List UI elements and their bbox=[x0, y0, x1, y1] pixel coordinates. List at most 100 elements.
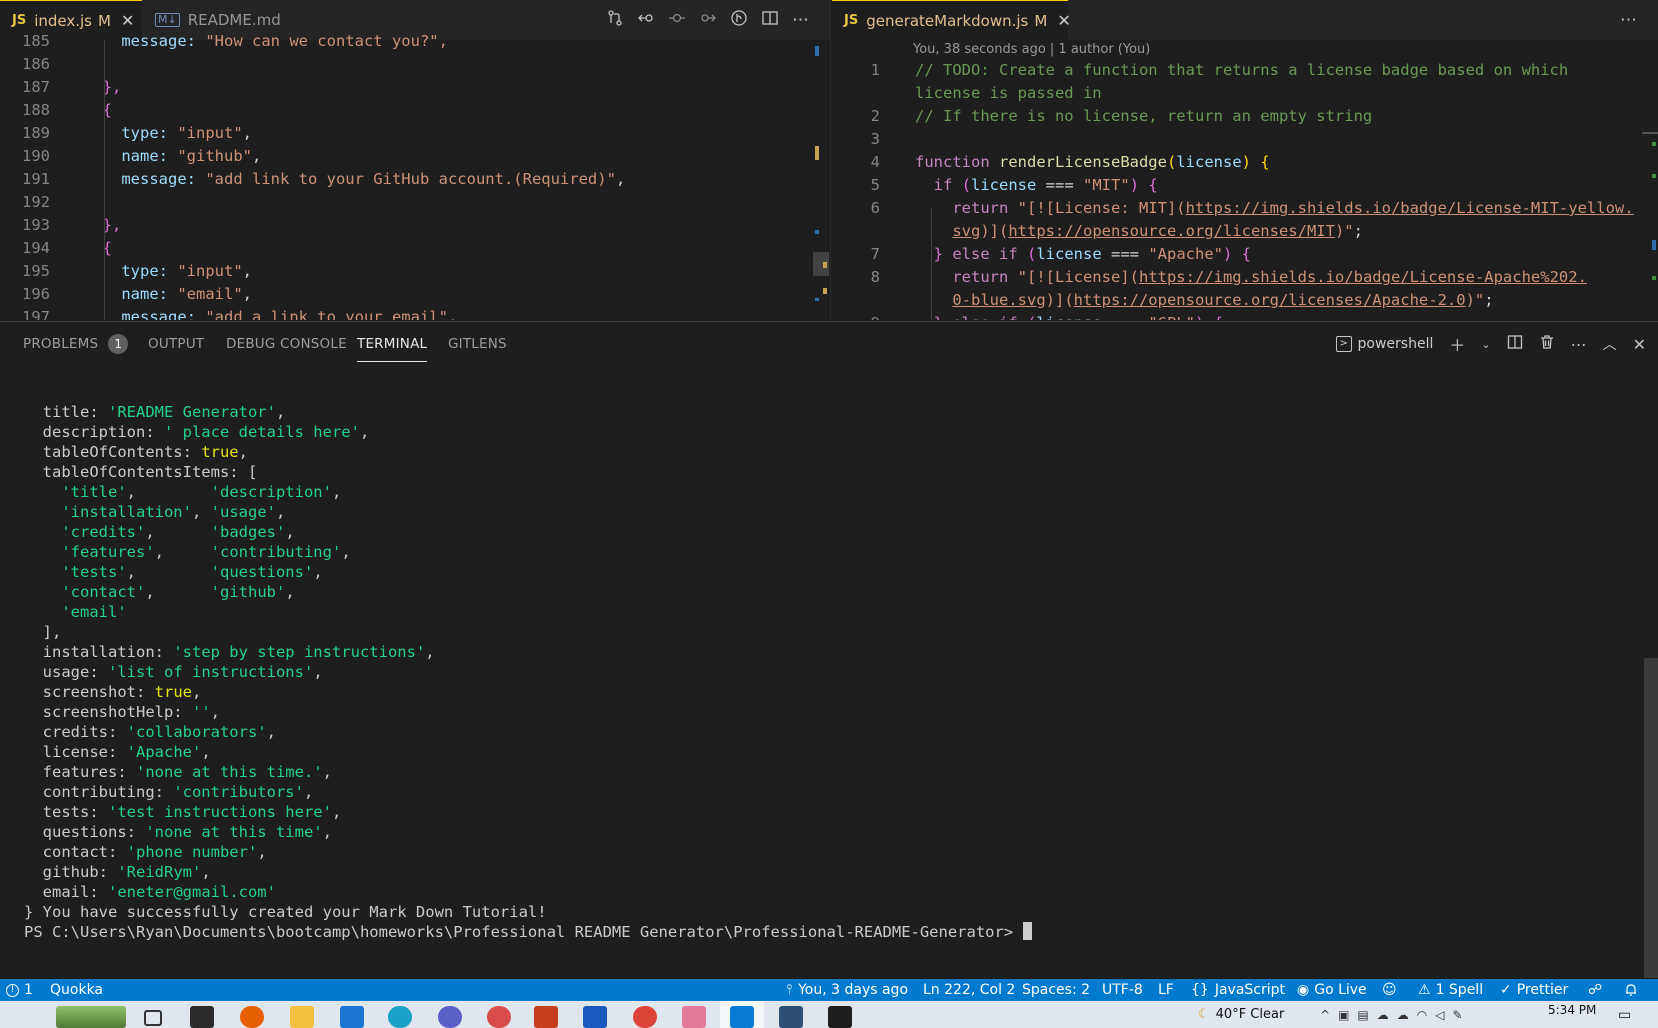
chrome-icon[interactable] bbox=[633, 1006, 657, 1028]
indent-guide bbox=[104, 40, 105, 320]
code-line[interactable]: 191 message: "add link to your GitHub ac… bbox=[0, 168, 830, 191]
code-line[interactable]: svg)](https://opensource.org/licenses/MI… bbox=[832, 220, 1642, 243]
bell-icon[interactable] bbox=[1624, 979, 1638, 1001]
app-icon[interactable] bbox=[682, 1006, 706, 1028]
encoding-status[interactable]: UTF-8 bbox=[1102, 979, 1143, 1001]
code-line[interactable]: 8 return "[![License](https://img.shield… bbox=[832, 266, 1642, 289]
code-token: { bbox=[84, 101, 112, 119]
code-line[interactable]: 185 message: "How can we contact you?", bbox=[0, 30, 830, 53]
cursor-position[interactable]: Ln 222, Col 2 bbox=[923, 979, 1015, 1001]
terminal-token: github: bbox=[24, 863, 118, 881]
code-line[interactable]: 5 if (license === "MIT") { bbox=[832, 174, 1642, 197]
spell-status[interactable]: ⚠ 1 Spell bbox=[1418, 979, 1483, 1001]
desktop-widget-thumbnail[interactable] bbox=[56, 1006, 126, 1028]
close-icon[interactable]: ✕ bbox=[1633, 335, 1646, 354]
chevron-down-icon[interactable]: ⌄ bbox=[1481, 338, 1490, 351]
teams-icon[interactable] bbox=[438, 1006, 462, 1028]
trash-icon[interactable] bbox=[1539, 334, 1555, 354]
code-line[interactable]: 197 message: "add a link to your email", bbox=[0, 306, 830, 320]
line-number: 2 bbox=[870, 107, 880, 125]
code-line[interactable]: 3 bbox=[832, 128, 1642, 151]
more-icon[interactable]: ⋯ bbox=[1620, 0, 1637, 40]
forward-icon[interactable] bbox=[699, 9, 717, 32]
more-icon[interactable]: ⋯ bbox=[792, 10, 809, 30]
file-explorer-icon[interactable] bbox=[290, 1006, 314, 1028]
right-code-area[interactable]: 1 // TODO: Create a function that returns… bbox=[832, 59, 1642, 320]
terminal-token: , bbox=[275, 503, 286, 521]
code-line[interactable]: 195 type: "input", bbox=[0, 260, 830, 283]
quokka-status[interactable]: Quokka bbox=[50, 979, 103, 1001]
overview-ruler[interactable] bbox=[813, 40, 829, 320]
system-tray[interactable]: ^ ▣ ▤ ☁ ☁ ◠ ◁ ✎ bbox=[1320, 1001, 1463, 1028]
problems-status[interactable]: ! 1 bbox=[6, 979, 33, 1001]
app-icon[interactable] bbox=[779, 1006, 803, 1028]
chevron-up-icon[interactable]: ︿ bbox=[1603, 334, 1617, 354]
eol-status[interactable]: LF bbox=[1158, 979, 1174, 1001]
go-live-button[interactable]: ◉ Go Live bbox=[1297, 979, 1367, 1001]
code-line[interactable]: 188 { bbox=[0, 99, 830, 122]
code-line[interactable]: 187 }, bbox=[0, 76, 830, 99]
code-line[interactable]: 6 return "[![License: MIT](https://img.s… bbox=[832, 197, 1642, 220]
code-line[interactable]: 0-blue.svg)](https://opensource.org/lice… bbox=[832, 289, 1642, 312]
tab-terminal[interactable]: TERMINAL bbox=[357, 322, 428, 366]
tab-gitlens[interactable]: GITLENS bbox=[448, 322, 507, 366]
more-icon[interactable]: ⋯ bbox=[1571, 335, 1587, 354]
clock[interactable]: 5:34 PM bbox=[1548, 1001, 1596, 1023]
weather-widget[interactable]: ☾ 40°F Clear bbox=[1198, 1001, 1284, 1028]
edge-icon[interactable] bbox=[388, 1006, 412, 1028]
code-line[interactable]: 7 } else if (license === "Apache") { bbox=[832, 243, 1642, 266]
plus-icon[interactable]: ＋ bbox=[1449, 332, 1465, 356]
problems-count: 1 bbox=[24, 982, 33, 998]
task-view-icon[interactable] bbox=[144, 1010, 162, 1026]
code-line[interactable]: license is passed in bbox=[832, 82, 1642, 105]
indentation-status[interactable]: Spaces: 2 bbox=[1022, 979, 1090, 1001]
code-line[interactable]: 4 function renderLicenseBadge(license) { bbox=[832, 151, 1642, 174]
code-line[interactable]: 189 type: "input", bbox=[0, 122, 830, 145]
prettier-status[interactable]: ✓ Prettier bbox=[1500, 979, 1568, 1001]
close-tab-icon[interactable]: ✕ bbox=[1057, 11, 1070, 30]
check-icon: ✓ bbox=[1500, 982, 1512, 998]
code-line[interactable]: 190 name: "github", bbox=[0, 145, 830, 168]
split-terminal-icon[interactable] bbox=[1507, 334, 1523, 354]
vscode-icon[interactable] bbox=[730, 1006, 754, 1028]
terminal-scrollbar[interactable] bbox=[1644, 658, 1658, 978]
tab-generatemarkdown-js[interactable]: JS generateMarkdown.js M ✕ bbox=[832, 0, 1071, 40]
powerpoint-icon[interactable] bbox=[534, 1006, 558, 1028]
terminal-token: ], bbox=[24, 623, 62, 641]
terminal-token: , bbox=[201, 743, 211, 761]
code-line[interactable]: 194 { bbox=[0, 237, 830, 260]
code-line[interactable]: 193 }, bbox=[0, 214, 830, 237]
terminal-app-icon[interactable] bbox=[828, 1006, 852, 1028]
terminal-line: features: 'none at this time.', bbox=[24, 762, 332, 782]
gitlens-icon[interactable] bbox=[730, 9, 748, 32]
code-line[interactable]: 9 } else if (license === "GPL") { bbox=[832, 312, 1642, 320]
feedback-icon[interactable]: ☍ bbox=[1588, 979, 1602, 1001]
split-editor-icon[interactable] bbox=[761, 9, 779, 32]
terminal-selector[interactable]: > powershell bbox=[1335, 336, 1433, 352]
codelens-blame[interactable]: You, 38 seconds ago | 1 author (You) bbox=[913, 42, 1150, 57]
copilot-icon[interactable]: ☺ bbox=[1382, 979, 1397, 1001]
tab-debug-console[interactable]: DEBUG CONSOLE bbox=[226, 322, 347, 366]
notification-icon[interactable]: ▭ bbox=[1618, 1001, 1631, 1028]
left-code-area[interactable]: 185 message: "How can we contact you?", 1… bbox=[0, 30, 830, 320]
code-line[interactable]: 196 name: "email", bbox=[0, 283, 830, 306]
word-icon[interactable] bbox=[583, 1006, 607, 1028]
code-line[interactable]: 2 // If there is no license, return an em… bbox=[832, 105, 1642, 128]
code-line[interactable]: 1 // TODO: Create a function that returns… bbox=[832, 59, 1642, 82]
source-control-icon[interactable] bbox=[606, 9, 624, 32]
firefox-icon[interactable] bbox=[240, 1006, 264, 1028]
commit-icon[interactable] bbox=[668, 9, 686, 32]
mail-icon[interactable] bbox=[340, 1006, 364, 1028]
blame-status[interactable]: ⫯ You, 3 days ago bbox=[786, 979, 908, 1001]
tab-output[interactable]: OUTPUT bbox=[148, 322, 204, 366]
history-back-icon[interactable] bbox=[637, 9, 655, 32]
code-line[interactable]: 186 bbox=[0, 53, 830, 76]
app-icon[interactable] bbox=[190, 1006, 214, 1028]
tab-problems[interactable]: PROBLEMS 1 bbox=[23, 322, 129, 366]
close-tab-icon[interactable]: ✕ bbox=[121, 11, 134, 30]
app-icon[interactable] bbox=[487, 1006, 511, 1028]
language-mode[interactable]: {} JavaScript bbox=[1191, 979, 1285, 1001]
terminal-token: , bbox=[331, 483, 342, 501]
code-line[interactable]: 192 bbox=[0, 191, 830, 214]
tab-label: index.js bbox=[34, 11, 92, 30]
